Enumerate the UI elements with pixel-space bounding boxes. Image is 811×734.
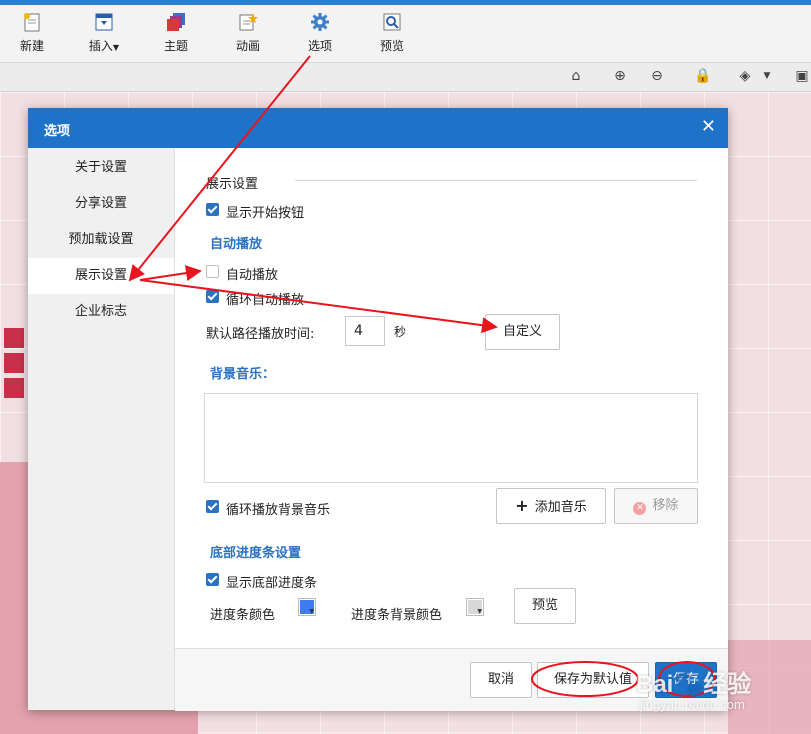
watermark-url: jingyan.baidu.com [640,697,745,712]
annotation-overlay [128,55,716,697]
annotation-arrow [128,55,311,282]
annotation-arrow [139,265,202,281]
annotation-circle [531,661,639,697]
watermark-logo: Bai🐾经验 [636,664,751,699]
paw-icon: 🐾 [673,671,704,698]
watermark-brand: Bai [636,671,674,698]
watermark-brand-cn: 经验 [703,671,752,698]
annotation-arrow [139,279,498,334]
